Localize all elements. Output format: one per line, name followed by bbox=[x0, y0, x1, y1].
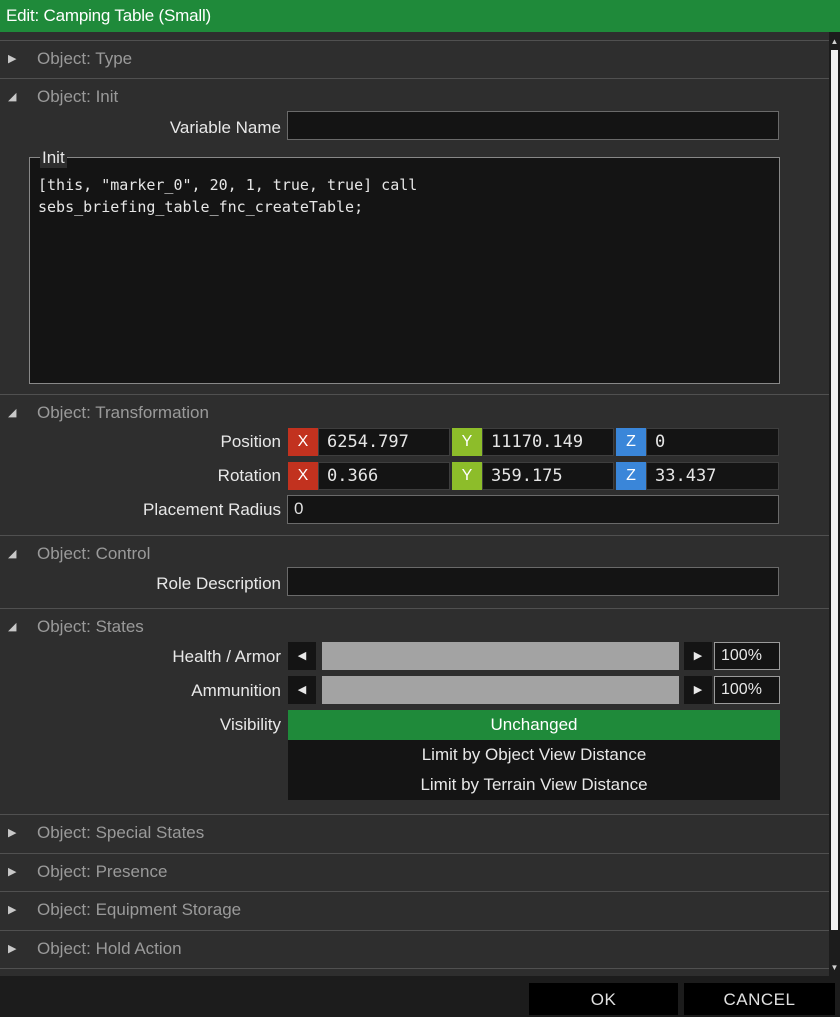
visibility-list: Unchanged Limit by Object View Distance … bbox=[288, 710, 780, 800]
triangle-right-icon: ▶ bbox=[8, 866, 17, 878]
triangle-down-icon: ◢ bbox=[8, 548, 17, 560]
section-header-partial[interactable] bbox=[0, 968, 829, 976]
placement-radius-input[interactable]: 0 bbox=[287, 495, 779, 524]
position-label: Position bbox=[220, 432, 281, 451]
cancel-button[interactable]: CANCEL bbox=[684, 983, 835, 1015]
vertical-scrollbar[interactable]: ▲ ▼ bbox=[829, 32, 840, 976]
section-title: Object: Special States bbox=[37, 823, 205, 842]
variable-name-input[interactable] bbox=[287, 111, 779, 140]
ammunition-label: Ammunition bbox=[191, 681, 281, 700]
triangle-left-icon[interactable]: ◀ bbox=[288, 676, 316, 704]
position-y-badge: Y bbox=[452, 428, 482, 456]
rotation-z-badge: Z bbox=[616, 462, 646, 490]
triangle-down-icon: ◢ bbox=[8, 91, 17, 103]
init-label: Init bbox=[40, 148, 67, 168]
scroll-down-icon[interactable]: ▼ bbox=[829, 962, 840, 974]
triangle-right-icon: ▶ bbox=[8, 827, 17, 839]
position-x-badge: X bbox=[288, 428, 318, 456]
section-header-special-states[interactable]: ▶ Object: Special States bbox=[0, 814, 829, 852]
ammunition-value[interactable]: 100% bbox=[714, 676, 780, 704]
section-title: Object: Transformation bbox=[37, 403, 209, 422]
triangle-right-icon[interactable]: ▶ bbox=[684, 676, 712, 704]
role-description-input[interactable] bbox=[287, 567, 779, 596]
window-title: Edit: Camping Table (Small) bbox=[0, 0, 840, 32]
variable-name-label: Variable Name bbox=[169, 118, 281, 137]
triangle-left-icon[interactable]: ◀ bbox=[288, 642, 316, 670]
section-header-transformation[interactable]: ◢ Object: Transformation bbox=[0, 394, 829, 432]
triangle-right-icon: ▶ bbox=[8, 943, 17, 955]
section-header-equipment-storage[interactable]: ▶ Object: Equipment Storage bbox=[0, 891, 829, 929]
triangle-right-icon[interactable]: ▶ bbox=[684, 642, 712, 670]
position-y-input[interactable]: 11170.149 bbox=[482, 428, 614, 456]
dialog-footer: OK CANCEL bbox=[0, 976, 840, 1017]
section-title: Object: Presence bbox=[37, 862, 168, 881]
rotation-y-badge: Y bbox=[452, 462, 482, 490]
position-x-input[interactable]: 6254.797 bbox=[318, 428, 450, 456]
health-armor-value[interactable]: 100% bbox=[714, 642, 780, 670]
rotation-z-input[interactable]: 33.437 bbox=[646, 462, 779, 490]
section-header-type[interactable]: ▶ Object: Type bbox=[0, 40, 829, 78]
section-title: Object: Init bbox=[37, 87, 119, 106]
section-header-hold-action[interactable]: ▶ Object: Hold Action bbox=[0, 930, 829, 968]
section-title: Object: Equipment Storage bbox=[37, 900, 242, 919]
attributes-panel: ▶ Object: Type ◢ Object: Init Variable N… bbox=[0, 32, 829, 976]
section-header-states[interactable]: ◢ Object: States bbox=[0, 608, 829, 646]
placement-radius-label: Placement Radius bbox=[143, 500, 281, 519]
position-z-input[interactable]: 0 bbox=[646, 428, 779, 456]
position-z-badge: Z bbox=[616, 428, 646, 456]
scroll-thumb[interactable] bbox=[831, 50, 838, 930]
role-description-label: Role Description bbox=[156, 574, 281, 593]
ammunition-slider[interactable] bbox=[322, 676, 679, 704]
triangle-right-icon: ▶ bbox=[8, 53, 17, 65]
visibility-option-object-view[interactable]: Limit by Object View Distance bbox=[288, 740, 780, 770]
rotation-label: Rotation bbox=[217, 466, 281, 485]
section-title: Object: Hold Action bbox=[37, 939, 182, 958]
scroll-up-icon[interactable]: ▲ bbox=[829, 36, 840, 48]
rotation-x-badge: X bbox=[288, 462, 318, 490]
section-title: Object: Control bbox=[37, 544, 151, 563]
rotation-y-input[interactable]: 359.175 bbox=[482, 462, 614, 490]
health-armor-slider[interactable] bbox=[322, 642, 679, 670]
visibility-label: Visibility bbox=[219, 715, 281, 734]
section-title: Object: Type bbox=[37, 49, 133, 68]
visibility-option-unchanged[interactable]: Unchanged bbox=[288, 710, 780, 740]
triangle-down-icon: ◢ bbox=[8, 407, 17, 419]
triangle-down-icon: ◢ bbox=[8, 621, 17, 633]
triangle-right-icon: ▶ bbox=[8, 904, 17, 916]
section-title: Object: States bbox=[37, 617, 144, 636]
section-header-presence[interactable]: ▶ Object: Presence bbox=[0, 853, 829, 891]
health-armor-label: Health / Armor bbox=[172, 647, 281, 666]
rotation-x-input[interactable]: 0.366 bbox=[318, 462, 450, 490]
init-code-text: [this, "marker_0", 20, 1, true, true] ca… bbox=[38, 176, 418, 216]
ok-button[interactable]: OK bbox=[529, 983, 678, 1015]
visibility-option-terrain-view[interactable]: Limit by Terrain View Distance bbox=[288, 770, 780, 800]
